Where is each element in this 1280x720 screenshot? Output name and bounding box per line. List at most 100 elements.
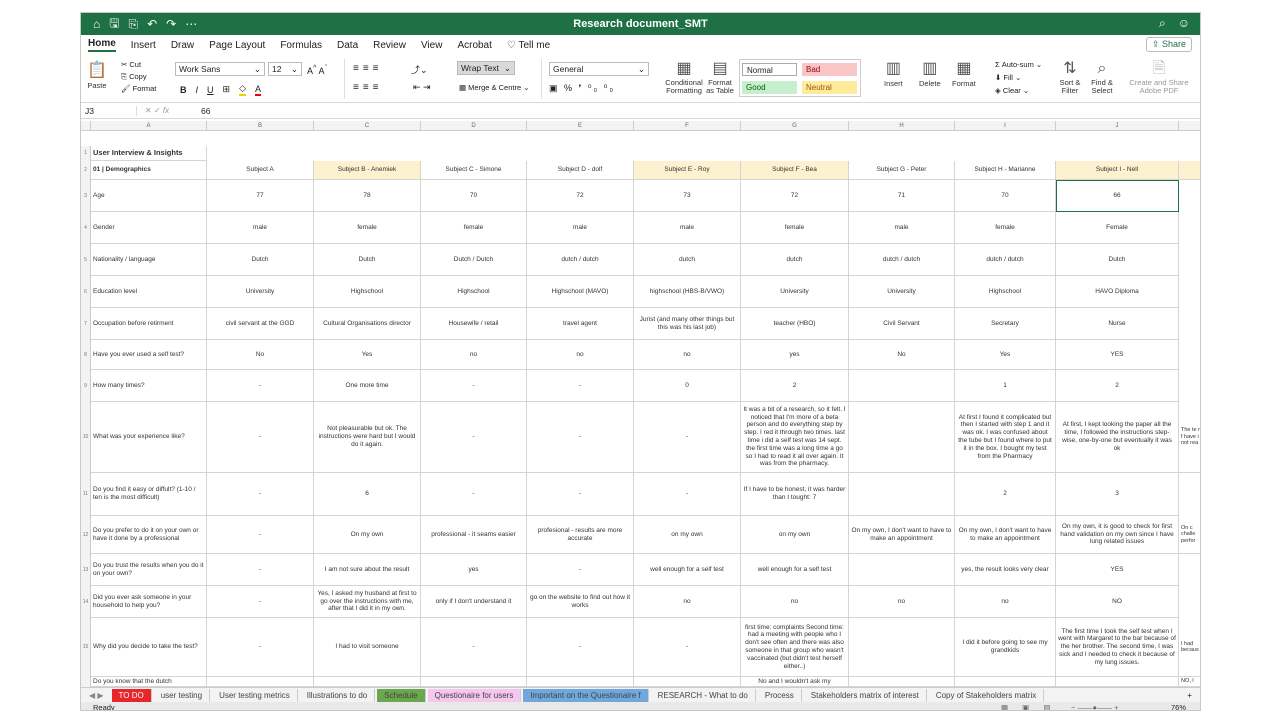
table-cell[interactable]: I am not sure about the result — [314, 554, 421, 586]
table-cell[interactable]: 2 — [955, 473, 1056, 516]
undo-icon[interactable]: ↶ — [147, 17, 157, 31]
table-cell[interactable]: civil servant at the GGD — [207, 308, 314, 340]
subject-header[interactable]: Subject E - Roy — [634, 161, 741, 180]
create-pdf-button[interactable]: 🗎 Create and Share Adobe PDF — [1125, 59, 1193, 95]
view-mode-icons[interactable]: ▦ ▣ ▤ — [1001, 703, 1056, 711]
column-header-e[interactable]: E — [527, 121, 634, 131]
table-cell[interactable]: At first I found it complicated but then… — [955, 402, 1056, 473]
table-cell[interactable]: male — [634, 212, 741, 244]
column-header-overflow[interactable] — [1179, 121, 1200, 131]
table-cell[interactable]: - — [527, 370, 634, 402]
tab-draw[interactable]: Draw — [171, 40, 194, 51]
row-header[interactable]: 11 — [81, 473, 91, 516]
table-cell[interactable]: Yes, I asked my husband at first to go o… — [314, 586, 421, 618]
sheet-tab[interactable]: Copy of Stakeholders matrix — [929, 688, 1045, 702]
table-cell[interactable]: 66 — [1056, 180, 1179, 212]
column-header-f[interactable]: F — [634, 121, 741, 131]
underline-button[interactable]: U — [207, 85, 214, 95]
table-cell[interactable]: 70 — [421, 180, 527, 212]
row-header[interactable] — [81, 677, 91, 687]
row-label[interactable]: Do you trust the results when you do it … — [91, 554, 207, 586]
align-left-icon[interactable]: ≡≡≡ — [353, 82, 383, 93]
tab-acrobat[interactable]: Acrobat — [457, 40, 491, 51]
sheet-tab[interactable]: Important on the Questionaire f — [523, 688, 649, 702]
table-cell[interactable]: 71 — [849, 180, 955, 212]
table-cell[interactable]: - — [421, 370, 527, 402]
tell-me-search[interactable]: ♡ Tell me — [507, 40, 550, 51]
table-cell[interactable]: first time: complaints Second time: had … — [741, 618, 849, 677]
table-cell[interactable]: 77 — [207, 180, 314, 212]
row-header[interactable]: 1 — [81, 146, 91, 161]
table-cell[interactable]: female — [955, 212, 1056, 244]
table-cell[interactable]: 2 — [1056, 370, 1179, 402]
font-color-icon[interactable]: A — [254, 84, 261, 96]
overflow-cell[interactable]: On c challe perfor — [1179, 516, 1200, 554]
select-all-corner[interactable] — [81, 121, 91, 131]
table-cell[interactable]: At first, I kept looking the paper all t… — [1056, 402, 1179, 473]
table-cell[interactable]: Nurse — [1056, 308, 1179, 340]
overflow-cell[interactable]: The te not f have i not rea — [1179, 402, 1200, 473]
table-cell[interactable]: Yes — [955, 340, 1056, 370]
table-cell[interactable]: YES — [1056, 340, 1179, 370]
subject-header-overflow[interactable] — [1179, 161, 1200, 180]
table-cell[interactable]: well enough for a self test — [634, 554, 741, 586]
table-cell[interactable]: - — [207, 516, 314, 554]
row-label[interactable]: Do you prefer to do it on your own or ha… — [91, 516, 207, 554]
table-cell[interactable]: On my own, it is good to check for first… — [1056, 516, 1179, 554]
table-cell[interactable]: Cultural Organisations director — [314, 308, 421, 340]
subject-header[interactable]: Subject C - Simone — [421, 161, 527, 180]
subject-header[interactable]: Subject G - Peter — [849, 161, 955, 180]
percent-icon[interactable]: ▣ % ❜ ⁰₀ ⁰₀ — [549, 83, 615, 94]
person-share-icon[interactable]: ☺ — [1178, 16, 1190, 31]
italic-button[interactable]: I — [196, 85, 199, 95]
table-cell[interactable]: Yes — [314, 340, 421, 370]
subject-header[interactable]: Subject A — [207, 161, 314, 180]
column-header-h[interactable]: H — [849, 121, 955, 131]
row-label[interactable]: Do you find it easy or diffult? (1-10 / … — [91, 473, 207, 516]
row-label[interactable]: Education level — [91, 276, 207, 308]
table-cell[interactable]: female — [314, 212, 421, 244]
sheet-tab[interactable]: Process — [758, 688, 802, 702]
style-bad[interactable]: Bad — [802, 63, 857, 76]
table-cell[interactable] — [849, 370, 955, 402]
table-cell[interactable]: - — [207, 402, 314, 473]
table-cell[interactable] — [1056, 677, 1179, 687]
table-cell[interactable]: no — [527, 340, 634, 370]
add-sheet-button[interactable]: + — [1177, 691, 1200, 700]
row-header[interactable]: 10 — [81, 402, 91, 473]
table-cell[interactable]: highschool (HBS-B/VWO) — [634, 276, 741, 308]
bold-button[interactable]: B — [180, 85, 187, 95]
table-cell[interactable]: - — [634, 473, 741, 516]
column-header-i[interactable]: I — [955, 121, 1056, 131]
table-cell[interactable]: Dutch / Dutch — [421, 244, 527, 276]
cell-styles-gallery[interactable]: Normal Bad Good Neutral — [739, 59, 861, 97]
row-header[interactable]: 12 — [81, 516, 91, 554]
more-icon[interactable]: ⋯ — [185, 17, 197, 31]
table-cell[interactable]: no — [634, 586, 741, 618]
table-cell[interactable]: University — [849, 276, 955, 308]
table-cell[interactable]: University — [207, 276, 314, 308]
copy-button[interactable]: ⎘ Copy — [121, 71, 156, 83]
table-cell[interactable]: 6 — [314, 473, 421, 516]
table-cell[interactable]: Secretary — [955, 308, 1056, 340]
table-cell[interactable]: Housewife / retail — [421, 308, 527, 340]
overflow-cell[interactable]: I had becaus — [1179, 618, 1200, 677]
table-cell[interactable]: Not pleasurable but ok. The instructions… — [314, 402, 421, 473]
table-cell[interactable]: travel agent — [527, 308, 634, 340]
table-cell[interactable] — [421, 677, 527, 687]
table-cell[interactable] — [849, 677, 955, 687]
column-header-a[interactable]: A — [91, 121, 207, 131]
table-cell[interactable]: Dutch — [207, 244, 314, 276]
sheet-nav-arrows[interactable]: ◀ ▶ — [81, 691, 112, 700]
format-cells-button[interactable]: ▦ Format — [952, 59, 976, 88]
merge-centre-button[interactable]: ▦ Merge & Centre ⌄ — [459, 83, 530, 92]
table-cell[interactable]: Highschool — [955, 276, 1056, 308]
row-label[interactable]: How many times? — [91, 370, 207, 402]
table-cell[interactable]: female — [741, 212, 849, 244]
grow-font-button[interactable]: A^ Aˇ — [307, 63, 327, 76]
table-cell[interactable]: - — [634, 618, 741, 677]
table-cell[interactable]: - — [207, 618, 314, 677]
table-cell[interactable]: Highschool — [421, 276, 527, 308]
row-label[interactable]: Nationality / language — [91, 244, 207, 276]
sheet-tab[interactable]: Stakeholders matrix of interest — [804, 688, 927, 702]
